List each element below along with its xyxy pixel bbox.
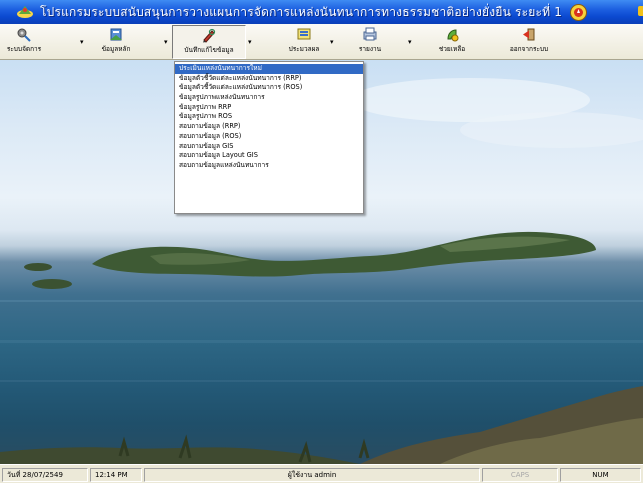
toolbar-help-label: ช่วยเหลือ [438, 45, 466, 53]
menu-item-ros-images[interactable]: ข้อมูลรูปภาพ ROS [175, 112, 363, 122]
logout-icon [523, 28, 535, 41]
menu-item-query-sites[interactable]: สอบถามข้อมูลแหล่งนันทนาการ [175, 161, 363, 171]
toolbar: ระบบจัดการ ▾ ข้อมูลหลัก ▾ บันทึกแก้ไขข้อ… [0, 24, 643, 60]
toolbar-main-data-label: ข้อมูลหลัก [101, 45, 131, 53]
menu-item-rrp-images[interactable]: ข้อมูลรูปภาพ RRP [175, 103, 363, 113]
title-corner-mark [638, 6, 643, 16]
edit-data-dropdown-menu: ประเมินแหล่งนันทนาการใหม่ ข้อมูลตัวชี้วั… [174, 61, 364, 214]
process-icon [297, 28, 311, 40]
status-date: วันที่ 28/07/2549 [2, 468, 88, 482]
dropdown-arrow-icon[interactable]: ▾ [330, 39, 336, 46]
edit-data-icon [203, 28, 216, 43]
dropdown-arrow-icon[interactable]: ▾ [408, 39, 414, 46]
menu-item-query-gis[interactable]: สอบถามข้อมูล GIS [175, 142, 363, 152]
dropdown-arrow-icon[interactable]: ▾ [80, 39, 86, 46]
menu-item-site-images[interactable]: ข้อมูลรูปภาพแหล่งนันทนาการ [175, 93, 363, 103]
toolbar-process-button[interactable]: ประมวลผล [280, 25, 328, 59]
report-icon [363, 27, 377, 41]
application-window: โปรแกรมระบบสนับสนุนการวางแผนการจัดการแหล… [0, 0, 643, 483]
menu-item-indicators-rrp[interactable]: ข้อมูลตัวชี้วัดแต่ละแหล่งนันทนาการ (RRP) [175, 74, 363, 84]
status-bar: วันที่ 28/07/2549 12:14 PM ผู้ใช้งาน adm… [0, 464, 643, 483]
menu-item-new-assessment[interactable]: ประเมินแหล่งนันทนาการใหม่ [175, 64, 363, 74]
status-time: 12:14 PM [90, 468, 142, 482]
help-icon [447, 29, 459, 42]
title-bar[interactable]: โปรแกรมระบบสนับสนุนการวางแผนการจัดการแหล… [0, 0, 643, 24]
menu-item-query-ros[interactable]: สอบถามข้อมูล (ROS) [175, 132, 363, 142]
toolbar-process-label: ประมวลผล [288, 45, 320, 53]
toolbar-logout-label: ออกจากระบบ [509, 45, 549, 53]
toolbar-logout-button[interactable]: ออกจากระบบ [500, 25, 558, 59]
toolbar-main-data-button[interactable]: ข้อมูลหลัก [93, 25, 139, 59]
toolbar-edit-data-label: บันทึกแก้ไขข้อมูล [184, 46, 234, 54]
main-data-icon [110, 28, 122, 41]
status-user: ผู้ใช้งาน admin [144, 468, 480, 482]
toolbar-help-button[interactable]: ช่วยเหลือ [432, 25, 472, 59]
menu-item-query-rrp[interactable]: สอบถามข้อมูล (RRP) [175, 122, 363, 132]
toolbar-admin-label: ระบบจัดการ [6, 45, 42, 53]
admin-tools-icon [17, 28, 31, 42]
toolbar-report-button[interactable]: รายงาน [353, 25, 387, 59]
menu-item-query-layout-gis[interactable]: สอบถามข้อมูล Layout GIS [175, 151, 363, 161]
menu-item-indicators-ros[interactable]: ข้อมูลตัวชี้วัดแต่ละแหล่งนันทนาการ (ROS) [175, 83, 363, 93]
emblem-icon [570, 3, 588, 21]
dropdown-arrow-icon[interactable]: ▾ [164, 39, 170, 46]
toolbar-report-label: รายงาน [358, 45, 382, 53]
app-logo-icon [17, 6, 33, 18]
status-caps-lock: CAPS [482, 468, 558, 482]
window-title: โปรแกรมระบบสนับสนุนการวางแผนการจัดการแหล… [40, 4, 563, 19]
status-num-lock: NUM [560, 468, 641, 482]
toolbar-admin-button[interactable]: ระบบจัดการ [4, 25, 44, 59]
toolbar-edit-data-button[interactable]: บันทึกแก้ไขข้อมูล [172, 25, 246, 59]
dropdown-arrow-icon[interactable]: ▾ [248, 39, 254, 46]
